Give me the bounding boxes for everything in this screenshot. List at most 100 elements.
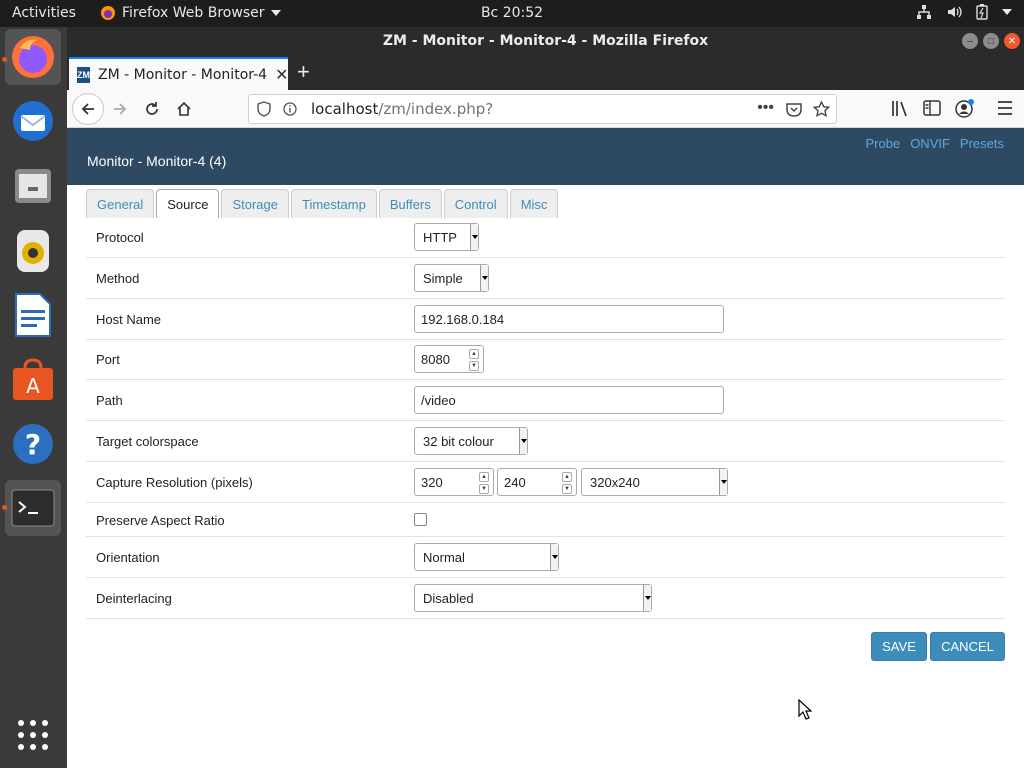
writer-document-icon <box>15 293 51 337</box>
resolution-preset-value: 320x240 <box>590 474 640 490</box>
back-button[interactable] <box>72 93 104 125</box>
capture-height-input[interactable]: 240 ▲ ▼ <box>497 468 577 496</box>
protocol-value: HTTP <box>423 229 457 245</box>
account-icon[interactable] <box>955 99 975 118</box>
preserve-aspect-checkbox[interactable] <box>414 513 427 526</box>
dock-thunderbird[interactable] <box>5 93 61 149</box>
host-name-label: Host Name <box>96 312 162 327</box>
battery-icon <box>976 4 988 20</box>
host-name-row: Host Name 192.168.0.184 <box>86 299 1005 340</box>
url-path: /zm/index.php? <box>378 100 494 118</box>
stepper-down-icon[interactable]: ▼ <box>479 484 489 494</box>
stepper-up-icon[interactable]: ▲ <box>469 349 479 359</box>
capture-width-input[interactable]: 320 ▲ ▼ <box>414 468 494 496</box>
tab-control[interactable]: Control <box>443 189 508 218</box>
tab-source[interactable]: Source <box>156 189 220 218</box>
probe-link[interactable]: Probe <box>865 136 900 151</box>
app-grid-icon <box>18 720 48 750</box>
url-host: localhost <box>311 100 379 118</box>
save-button[interactable]: SAVE <box>871 632 927 661</box>
orientation-select[interactable]: Normal <box>414 543 559 571</box>
protocol-select[interactable]: HTTP <box>414 223 479 251</box>
back-arrow-icon <box>81 103 94 115</box>
show-applications-button[interactable] <box>5 707 61 763</box>
reload-button[interactable] <box>139 97 165 121</box>
height-stepper[interactable]: ▲ ▼ <box>562 472 572 494</box>
tab-storage[interactable]: Storage <box>221 189 289 218</box>
hamburger-menu-icon[interactable] <box>997 101 1013 115</box>
speaker-icon <box>17 230 49 272</box>
tab-timestamp[interactable]: Timestamp <box>291 189 377 218</box>
clock[interactable]: Вс 20:52 <box>0 5 1024 21</box>
maximize-button[interactable]: □ <box>983 33 999 49</box>
port-input[interactable]: 8080 ▲ ▼ <box>414 345 484 373</box>
new-tab-button[interactable]: + <box>297 59 310 85</box>
bookmark-star-icon[interactable] <box>813 101 830 118</box>
dock-rhythmbox[interactable] <box>5 223 61 279</box>
system-tray[interactable] <box>916 4 1012 20</box>
home-button[interactable] <box>171 97 197 121</box>
capture-resolution-label: Capture Resolution (pixels) <box>96 475 253 490</box>
orientation-value: Normal <box>423 549 465 565</box>
browser-tab-strip: ZM ZM - Monitor - Monitor-4 ✕ + <box>67 55 1024 90</box>
capture-width-value: 320 <box>421 474 443 490</box>
stepper-up-icon[interactable]: ▲ <box>562 472 572 482</box>
volume-icon <box>948 6 962 18</box>
deinterlacing-select[interactable]: Disabled <box>414 584 652 612</box>
page-actions-icon[interactable]: ••• <box>757 99 774 117</box>
pocket-icon[interactable] <box>786 102 802 117</box>
capture-height-value: 240 <box>504 474 526 490</box>
ubuntu-dock: A ? <box>0 27 67 768</box>
dock-active-indicator <box>2 57 7 62</box>
tab-misc[interactable]: Misc <box>509 189 559 218</box>
deinterlacing-value: Disabled <box>423 590 474 606</box>
port-stepper[interactable]: ▲ ▼ <box>469 349 479 371</box>
cancel-button[interactable]: CANCEL <box>930 632 1005 661</box>
sidebar-icon[interactable] <box>923 100 941 116</box>
svg-text:?: ? <box>25 428 41 461</box>
port-label: Port <box>96 352 120 367</box>
help-icon: ? <box>13 424 53 464</box>
resolution-preset-select[interactable]: 320x240 <box>581 468 728 496</box>
dock-terminal[interactable] <box>5 480 61 536</box>
navigation-toolbar: localhost/zm/index.php? ••• <box>67 90 1024 128</box>
tab-close-icon[interactable]: ✕ <box>275 65 288 85</box>
page-title: Monitor - Monitor-4 (4) <box>87 153 227 169</box>
tab-general[interactable]: General <box>86 189 155 218</box>
stepper-up-icon[interactable]: ▲ <box>479 472 489 482</box>
dock-writer[interactable] <box>5 287 61 343</box>
firefox-icon <box>12 36 54 78</box>
method-value: Simple <box>423 270 463 286</box>
presets-link[interactable]: Presets <box>960 136 1004 151</box>
stepper-down-icon[interactable]: ▼ <box>562 484 572 494</box>
close-window-button[interactable]: ✕ <box>1004 33 1020 49</box>
width-stepper[interactable]: ▲ ▼ <box>479 472 489 494</box>
dock-software[interactable]: A <box>5 352 61 408</box>
window-titlebar[interactable]: ZM - Monitor - Monitor-4 - Mozilla Firef… <box>67 27 1024 55</box>
onvif-link[interactable]: ONVIF <box>910 136 950 151</box>
host-name-input[interactable]: 192.168.0.184 <box>414 305 724 333</box>
path-label: Path <box>96 393 123 408</box>
path-input[interactable]: /video <box>414 386 724 414</box>
browser-tab[interactable]: ZM ZM - Monitor - Monitor-4 ✕ <box>69 57 288 90</box>
tab-buffers[interactable]: Buffers <box>378 189 442 218</box>
library-icon[interactable] <box>891 100 909 117</box>
dock-firefox[interactable] <box>5 29 61 85</box>
protocol-label: Protocol <box>96 230 144 245</box>
monitor-tabs: General Source Storage Timestamp Buffers… <box>86 189 559 218</box>
source-settings-form: Protocol HTTP Method Simple Host Name 19… <box>86 217 1005 619</box>
site-info-icon <box>283 102 297 116</box>
method-label: Method <box>96 271 140 286</box>
method-select[interactable]: Simple <box>414 264 489 292</box>
close-icon: ✕ <box>1007 35 1017 47</box>
url-bar[interactable]: localhost/zm/index.php? ••• <box>248 94 837 124</box>
minimize-button[interactable]: – <box>962 33 978 49</box>
colorspace-select[interactable]: 32 bit colour <box>414 427 528 455</box>
dock-files[interactable] <box>5 158 61 214</box>
forward-button[interactable] <box>107 97 133 121</box>
stepper-down-icon[interactable]: ▼ <box>469 361 479 371</box>
preserve-aspect-row: Preserve Aspect Ratio <box>86 503 1005 537</box>
mouse-cursor-icon <box>798 699 812 720</box>
port-row: Port 8080 ▲ ▼ <box>86 340 1005 380</box>
dock-help[interactable]: ? <box>5 416 61 472</box>
